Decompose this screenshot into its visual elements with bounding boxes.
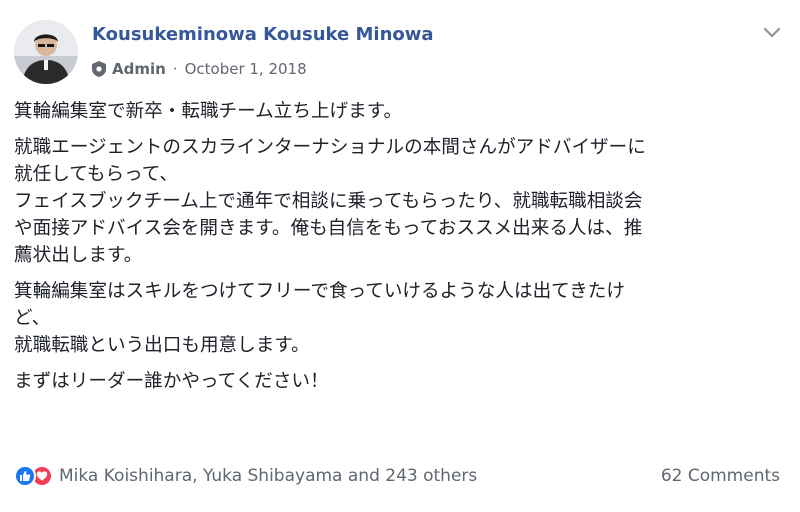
post-line: フェイスブックチーム上で通年で相談に乗ってもらったり、就職転職相談会 <box>14 191 643 212</box>
post-line: や面接アドバイス会を開きます。俺も自信をもっておススメ出来る人は、推 <box>14 218 643 239</box>
post-card: Kousukeminowa Kousuke Minowa Admin · Oct… <box>0 0 800 512</box>
post-line: 就任してもらって、 <box>14 164 178 185</box>
reactors-text[interactable]: Mika Koishihara, Yuka Shibayama and 243 … <box>59 466 477 486</box>
admin-badge: Admin <box>112 60 166 78</box>
post-line: 就職転職という出口も用意します。 <box>14 335 310 356</box>
post-line: 就職エージェントのスカラインターナショナルの本間さんがアドバイザーに <box>14 137 646 158</box>
chevron-down-icon[interactable] <box>762 26 782 40</box>
author-name[interactable]: Kousukeminowa Kousuke Minowa <box>92 24 434 45</box>
post-footer: Mika Koishihara, Yuka Shibayama and 243 … <box>14 462 780 490</box>
like-icon <box>14 465 36 487</box>
author-avatar[interactable] <box>14 20 78 84</box>
post-line: 箕輪編集室で新卒・転職チーム立ち上げます。 <box>14 101 403 122</box>
post-paragraph: 箕輪編集室はスキルをつけてフリーで食っていけるような人は出てきたけ ど、 就職転… <box>14 278 789 359</box>
comments-count[interactable]: 62 Comments <box>661 466 780 486</box>
post-meta: Admin · October 1, 2018 <box>92 60 307 78</box>
post-line: ど、 <box>14 308 51 329</box>
post-paragraph: 就職エージェントのスカラインターナショナルの本間さんがアドバイザーに 就任しても… <box>14 134 789 269</box>
post-paragraph: 箕輪編集室で新卒・転職チーム立ち上げます。 <box>14 98 789 125</box>
post-timestamp[interactable]: October 1, 2018 <box>185 60 307 78</box>
post-paragraph: まずはリーダー誰かやってください！ <box>14 368 789 395</box>
post-line: まずはリーダー誰かやってください！ <box>14 371 329 392</box>
post-body: 箕輪編集室で新卒・転職チーム立ち上げます。 就職エージェントのスカラインターナシ… <box>14 98 789 404</box>
post-line: 箕輪編集室はスキルをつけてフリーで食っていけるような人は出てきたけ <box>14 281 625 302</box>
post-line: 薦状出します。 <box>14 245 143 266</box>
profile-photo <box>14 20 78 84</box>
shield-icon <box>92 61 106 77</box>
reactions-summary[interactable]: Mika Koishihara, Yuka Shibayama and 243 … <box>14 465 477 487</box>
reaction-icons <box>14 465 53 487</box>
meta-separator: · <box>172 60 178 78</box>
